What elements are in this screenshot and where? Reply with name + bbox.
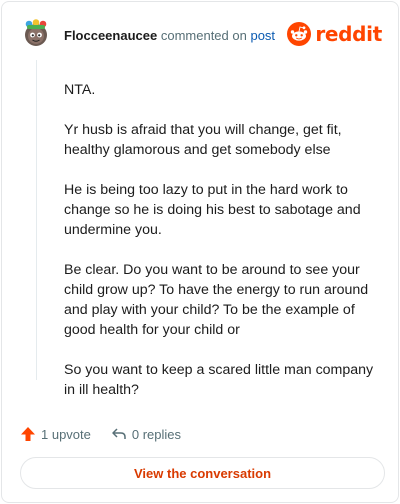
username-link[interactable]: Flocceenaucee — [64, 28, 157, 43]
comment-header: Flocceenaucee commented on post reddit — [20, 18, 382, 52]
replies-count: 0 replies — [131, 426, 182, 442]
comment-byline: Flocceenaucee commented on post — [64, 28, 275, 44]
reply-arrow-icon — [112, 428, 126, 439]
comment-actions: 1 upvote 0 replies — [20, 424, 181, 444]
upvote-arrow-icon — [21, 427, 35, 441]
thread-line — [36, 60, 37, 380]
comment-paragraph: He is being too lazy to put in the hard … — [64, 182, 361, 238]
comment-paragraph: NTA. — [64, 82, 96, 98]
comment-body: NTA. Yr husb is afraid that you will cha… — [64, 80, 382, 420]
reddit-wordmark: reddit — [315, 22, 382, 46]
comment-paragraph: So you want to keep a scared little man … — [64, 362, 374, 398]
comment-paragraph: Yr husb is afraid that you will change, … — [64, 122, 342, 158]
reddit-snoo-icon — [287, 22, 312, 46]
comment-paragraph: Be clear. Do you want to be around to se… — [64, 262, 369, 338]
replies-button[interactable]: 0 replies — [111, 426, 181, 442]
comment-embed-card: Flocceenaucee commented on post reddit N… — [1, 1, 399, 503]
upvote-button[interactable]: 1 upvote — [20, 426, 91, 442]
upvote-count: 1 upvote — [41, 426, 91, 442]
view-conversation-button[interactable]: View the conversation — [20, 457, 385, 489]
reddit-logo[interactable]: reddit — [287, 20, 382, 48]
byline-verb: commented on — [160, 28, 247, 43]
snoo-avatar-icon[interactable] — [20, 18, 52, 50]
post-link[interactable]: post — [250, 28, 275, 43]
